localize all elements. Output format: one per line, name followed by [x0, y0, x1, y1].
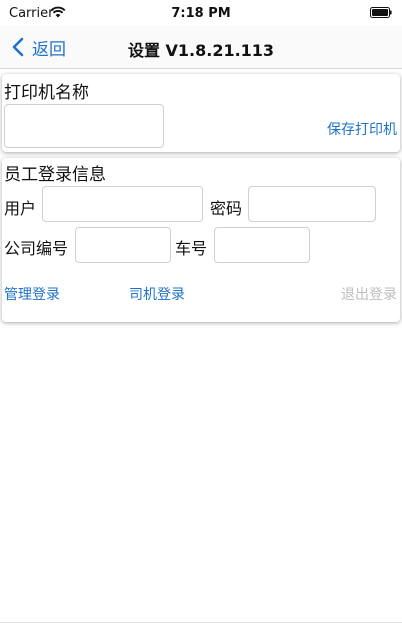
password-input[interactable]: [248, 186, 376, 222]
login-section-title: 员工登录信息: [4, 165, 106, 185]
logout-button[interactable]: 退出登录: [341, 284, 397, 304]
status-time: 7:18 PM: [171, 6, 231, 21]
status-bar: Carrier 7:18 PM: [0, 0, 402, 26]
battery-icon: [370, 7, 392, 18]
user-input[interactable]: [42, 186, 203, 222]
company-number-input[interactable]: [75, 227, 171, 263]
driver-login-button[interactable]: 司机登录: [129, 284, 185, 304]
save-printer-button[interactable]: 保存打印机: [327, 119, 397, 139]
bottom-divider: [0, 622, 402, 623]
user-label: 用户: [4, 199, 37, 218]
employee-login-card: 员工登录信息 用户 密码 公司编号 车号 管理登录 司机登录 退出登录: [2, 158, 400, 322]
car-number-label: 车号: [175, 239, 208, 258]
printer-section-title: 打印机名称: [4, 83, 89, 103]
page-title: 设置 V1.8.21.113: [127, 41, 275, 60]
printer-card: 打印机名称 保存打印机: [2, 74, 400, 152]
password-label: 密码: [210, 199, 243, 218]
printer-name-input[interactable]: [4, 104, 164, 148]
admin-login-button[interactable]: 管理登录: [4, 284, 60, 304]
company-number-label: 公司编号: [4, 239, 69, 258]
navigation-bar: 返回 设置 V1.8.21.113: [0, 26, 402, 69]
car-number-input[interactable]: [214, 227, 310, 263]
